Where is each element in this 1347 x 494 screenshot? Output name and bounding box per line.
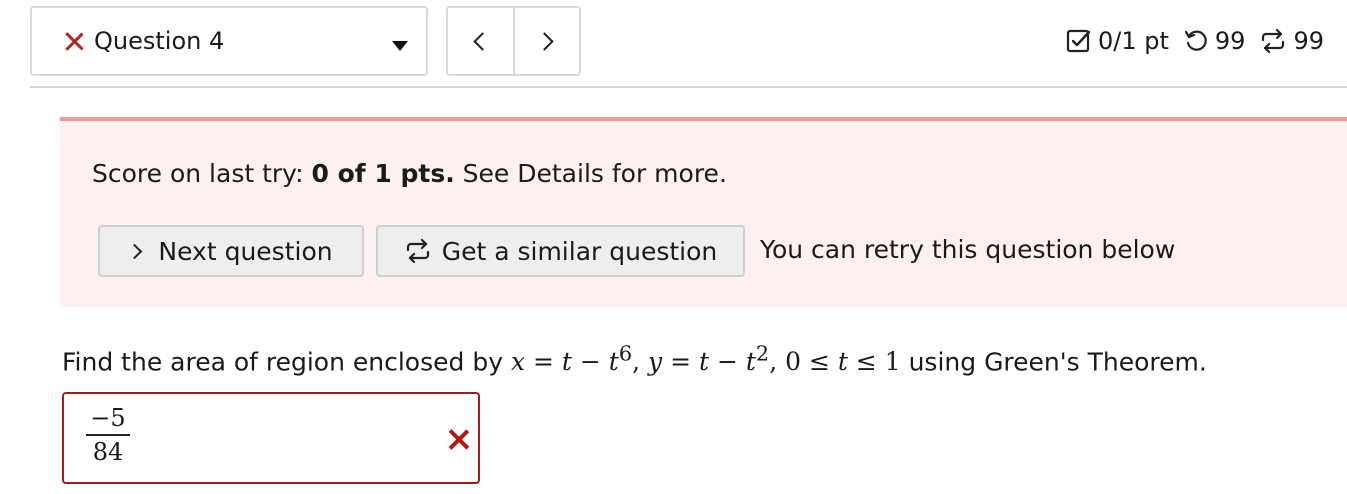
chevron-right-icon [535, 31, 554, 51]
question-prompt: Find the area of region enclosed by x = … [62, 342, 1207, 376]
math-y-exp: 2 [755, 342, 770, 366]
math-y-var: y [648, 347, 663, 377]
question-prompt-before: Find the area of region enclosed by [62, 347, 511, 377]
answer-fraction: −5 84 [86, 404, 130, 466]
incorrect-x-icon [64, 31, 84, 51]
retry-icon [1184, 30, 1207, 51]
math-minus: − [571, 347, 609, 377]
math-lower: 0 [785, 347, 801, 377]
score-message-score: 0 of 1 pts. [311, 159, 455, 188]
answer-numerator: −5 [90, 404, 126, 432]
question-nav-group [446, 6, 581, 76]
score-message-prefix: Score on last try: [92, 159, 312, 188]
math-minus-2: − [709, 347, 746, 377]
retry-note: You can retry this question below [760, 235, 1176, 264]
header-divider [30, 86, 1347, 88]
math-le: ≤ [801, 347, 838, 377]
answer-input[interactable]: −5 84 [62, 392, 480, 484]
question-math: x = t − t6, y = t − t2, 0 ≤ t ≤ 1 [510, 342, 901, 377]
math-range-t: t [837, 347, 848, 377]
math-y-t: t [698, 347, 710, 377]
score-value: 0/1 pt [1098, 27, 1169, 55]
repeat-icon [1262, 28, 1285, 54]
score-message: Score on last try: 0 of 1 pts. See Detai… [92, 159, 727, 188]
chevron-left-icon [473, 31, 492, 51]
math-x-eq: = [525, 347, 562, 377]
similar-value: 99 [1293, 27, 1324, 55]
chevron-right-icon [127, 243, 143, 259]
math-y-eq: = [662, 347, 699, 377]
question-prompt-after: using Green's Theorem. [900, 347, 1207, 377]
math-sep2: , [769, 347, 786, 377]
answer-denominator: 84 [92, 437, 124, 466]
question-status-bar: 0/1 pt 99 99 [1066, 27, 1338, 55]
next-question-button[interactable]: Next question [98, 225, 364, 277]
question-selector[interactable]: Question 4 [30, 6, 428, 76]
caret-down-icon [392, 41, 408, 51]
retries-value: 99 [1214, 27, 1246, 55]
math-upper: 1 [884, 347, 901, 377]
incorrect-x-icon [448, 428, 470, 450]
similar-question-button[interactable]: Get a similar question [376, 225, 745, 277]
next-question-arrow-button[interactable] [515, 8, 580, 74]
similar-status: 99 [1259, 27, 1324, 55]
repeat-icon [406, 238, 429, 264]
score-panel: Score on last try: 0 of 1 pts. See Detai… [60, 117, 1347, 307]
next-question-label: Next question [158, 236, 333, 266]
math-x-t: t [561, 347, 572, 377]
math-le-2: ≤ [847, 347, 885, 377]
score-status: 0/1 pt [1066, 27, 1169, 55]
math-x-exp: 6 [618, 342, 633, 366]
math-t: t [608, 347, 619, 377]
math-x-var: x [510, 347, 526, 377]
score-message-suffix: See Details for more. [454, 159, 727, 188]
similar-question-label: Get a similar question [441, 236, 718, 266]
math-y-t2: t [745, 347, 756, 377]
checkbox-icon [1066, 29, 1091, 53]
retries-status: 99 [1183, 27, 1246, 55]
question-selector-label: Question 4 [94, 27, 225, 55]
previous-question-button[interactable] [448, 8, 515, 74]
math-sep1: , [632, 347, 649, 377]
